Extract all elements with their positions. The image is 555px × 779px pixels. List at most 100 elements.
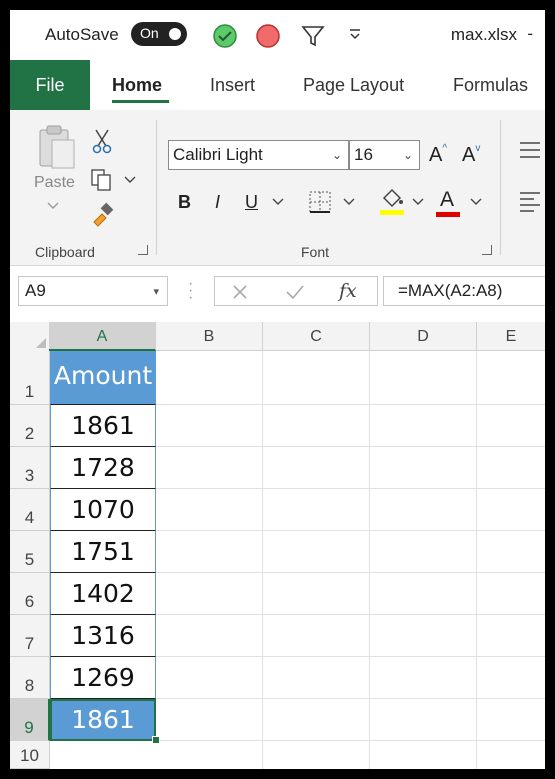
ribbon-tabs: File Home Insert Page Layout Formulas — [10, 60, 545, 110]
row-number: 4 — [24, 508, 35, 527]
font-color-button[interactable]: A — [440, 188, 454, 212]
tab-page-layout[interactable]: Page Layout — [303, 60, 404, 110]
row-header-9[interactable]: 9 — [10, 699, 50, 741]
row-header-10[interactable]: 10 — [10, 741, 50, 769]
underline-button[interactable]: U — [245, 192, 258, 213]
cell-a8[interactable]: 1269 — [50, 657, 156, 699]
font-name-value: Calibri Light — [173, 145, 263, 164]
gridline — [476, 351, 477, 769]
fill-handle[interactable] — [152, 736, 160, 744]
font-color-dropdown-icon[interactable] — [470, 198, 482, 206]
underline-dropdown-icon[interactable] — [272, 198, 284, 206]
autosave-toggle[interactable]: On — [131, 22, 187, 46]
tab-file[interactable]: File — [10, 60, 90, 110]
row-number: 8 — [24, 676, 35, 695]
bold-button[interactable]: B — [178, 192, 191, 213]
copy-icon[interactable] — [90, 168, 116, 192]
font-name-select[interactable]: Calibri Light ⌄ — [168, 140, 349, 170]
copy-dropdown-icon[interactable] — [124, 176, 136, 184]
name-box[interactable]: A9 ▾ — [18, 276, 168, 306]
paste-dropdown-icon[interactable] — [47, 202, 59, 210]
cell-a5[interactable]: 1751 — [50, 531, 156, 573]
row-header-1[interactable]: 1 — [10, 351, 50, 405]
cut-icon[interactable] — [92, 128, 112, 154]
excel-window: AutoSave On max.xlsx - File Home Insert … — [10, 10, 545, 769]
gridline — [156, 698, 545, 699]
gridline — [369, 351, 370, 769]
filter-icon[interactable] — [300, 23, 326, 49]
cell-a2[interactable]: 1861 — [50, 405, 156, 447]
chevron-down-icon: ▾ — [153, 286, 159, 298]
name-box-value: A9 — [25, 281, 46, 300]
tab-insert[interactable]: Insert — [210, 60, 255, 110]
toggle-knob — [169, 28, 181, 40]
cell-a1[interactable]: Amount — [50, 351, 156, 405]
grow-font-button[interactable]: A^ — [429, 143, 447, 167]
insert-function-icon[interactable]: fx — [339, 280, 357, 302]
row-header-7[interactable]: 7 — [10, 615, 50, 657]
borders-dropdown-icon[interactable] — [343, 198, 355, 206]
autosave-state: On — [140, 25, 159, 41]
row-header-4[interactable]: 4 — [10, 489, 50, 531]
column-header-d[interactable]: D — [370, 322, 477, 351]
column-header-b[interactable]: B — [156, 322, 263, 351]
font-size-value: 16 — [354, 145, 373, 164]
group-separator — [156, 120, 157, 255]
gridline — [156, 404, 545, 405]
cell-a9-selected[interactable]: 1861 — [50, 699, 156, 741]
grow-font-glyph: A — [429, 144, 443, 166]
cell-a6[interactable]: 1402 — [50, 573, 156, 615]
row-header-2[interactable]: 2 — [10, 405, 50, 447]
paste-icon[interactable] — [34, 122, 78, 170]
font-size-select[interactable]: 16 ⌄ — [349, 140, 420, 170]
shrink-font-glyph: A — [462, 144, 476, 166]
red-circle-icon[interactable] — [255, 23, 281, 49]
check-circle-icon[interactable] — [212, 23, 238, 49]
fill-color-dropdown-icon[interactable] — [412, 198, 424, 206]
formula-input[interactable]: =MAX(A2:A8) — [383, 276, 545, 306]
enter-icon[interactable] — [285, 283, 305, 301]
clipboard-launcher-icon[interactable] — [138, 245, 148, 255]
column-header-c[interactable]: C — [263, 322, 370, 351]
select-all-corner[interactable] — [10, 322, 50, 352]
row-header-8[interactable]: 8 — [10, 657, 50, 699]
row-number: 7 — [24, 634, 35, 653]
format-painter-icon[interactable] — [90, 202, 116, 228]
cell-a3[interactable]: 1728 — [50, 447, 156, 489]
formula-bar: A9 ▾ · · · fx =MAX(A2:A8) — [10, 266, 545, 321]
fill-color-icon[interactable] — [378, 186, 406, 218]
row-number: 3 — [24, 466, 35, 485]
borders-icon[interactable] — [308, 190, 332, 214]
row-header-6[interactable]: 6 — [10, 573, 50, 615]
font-group-label: Font — [301, 244, 330, 260]
tab-formulas[interactable]: Formulas — [453, 60, 528, 110]
title-dash: - — [527, 24, 533, 43]
row-number: 10 — [20, 746, 39, 765]
cancel-icon[interactable] — [231, 283, 249, 301]
cell-a4[interactable]: 1070 — [50, 489, 156, 531]
column-header-e[interactable]: E — [477, 322, 545, 351]
row-number: 6 — [24, 592, 35, 611]
active-tab-underline — [112, 100, 169, 103]
row-number: 2 — [24, 424, 35, 443]
worksheet-grid: A B C D E 1 2 3 4 5 6 7 8 9 10 Amount 18… — [10, 322, 545, 769]
ribbon: Paste Clipboard Calibri Light ⌄ 16 ⌄ A^ … — [10, 110, 545, 266]
customize-caret-icon[interactable] — [348, 27, 362, 41]
row-header-3[interactable]: 3 — [10, 447, 50, 489]
row-header-5[interactable]: 5 — [10, 531, 50, 573]
paste-label[interactable]: Paste — [34, 174, 75, 192]
formula-bar-grip-icon[interactable]: · · · — [188, 276, 193, 306]
chevron-down-icon: ⌄ — [331, 148, 342, 162]
cell-a7[interactable]: 1316 — [50, 615, 156, 657]
chevron-down-icon: ⌄ — [402, 148, 413, 162]
column-header-a[interactable]: A — [49, 322, 156, 351]
align-left-icon[interactable] — [518, 190, 542, 214]
align-top-icon[interactable] — [518, 140, 542, 160]
shrink-arrow-icon: v — [475, 143, 481, 154]
font-launcher-icon[interactable] — [482, 245, 492, 255]
shrink-font-button[interactable]: Av — [462, 143, 481, 167]
clipboard-group-label: Clipboard — [35, 244, 95, 260]
gridline — [156, 488, 545, 489]
title-bar: AutoSave On max.xlsx - — [10, 10, 545, 60]
italic-button[interactable]: I — [215, 192, 220, 213]
